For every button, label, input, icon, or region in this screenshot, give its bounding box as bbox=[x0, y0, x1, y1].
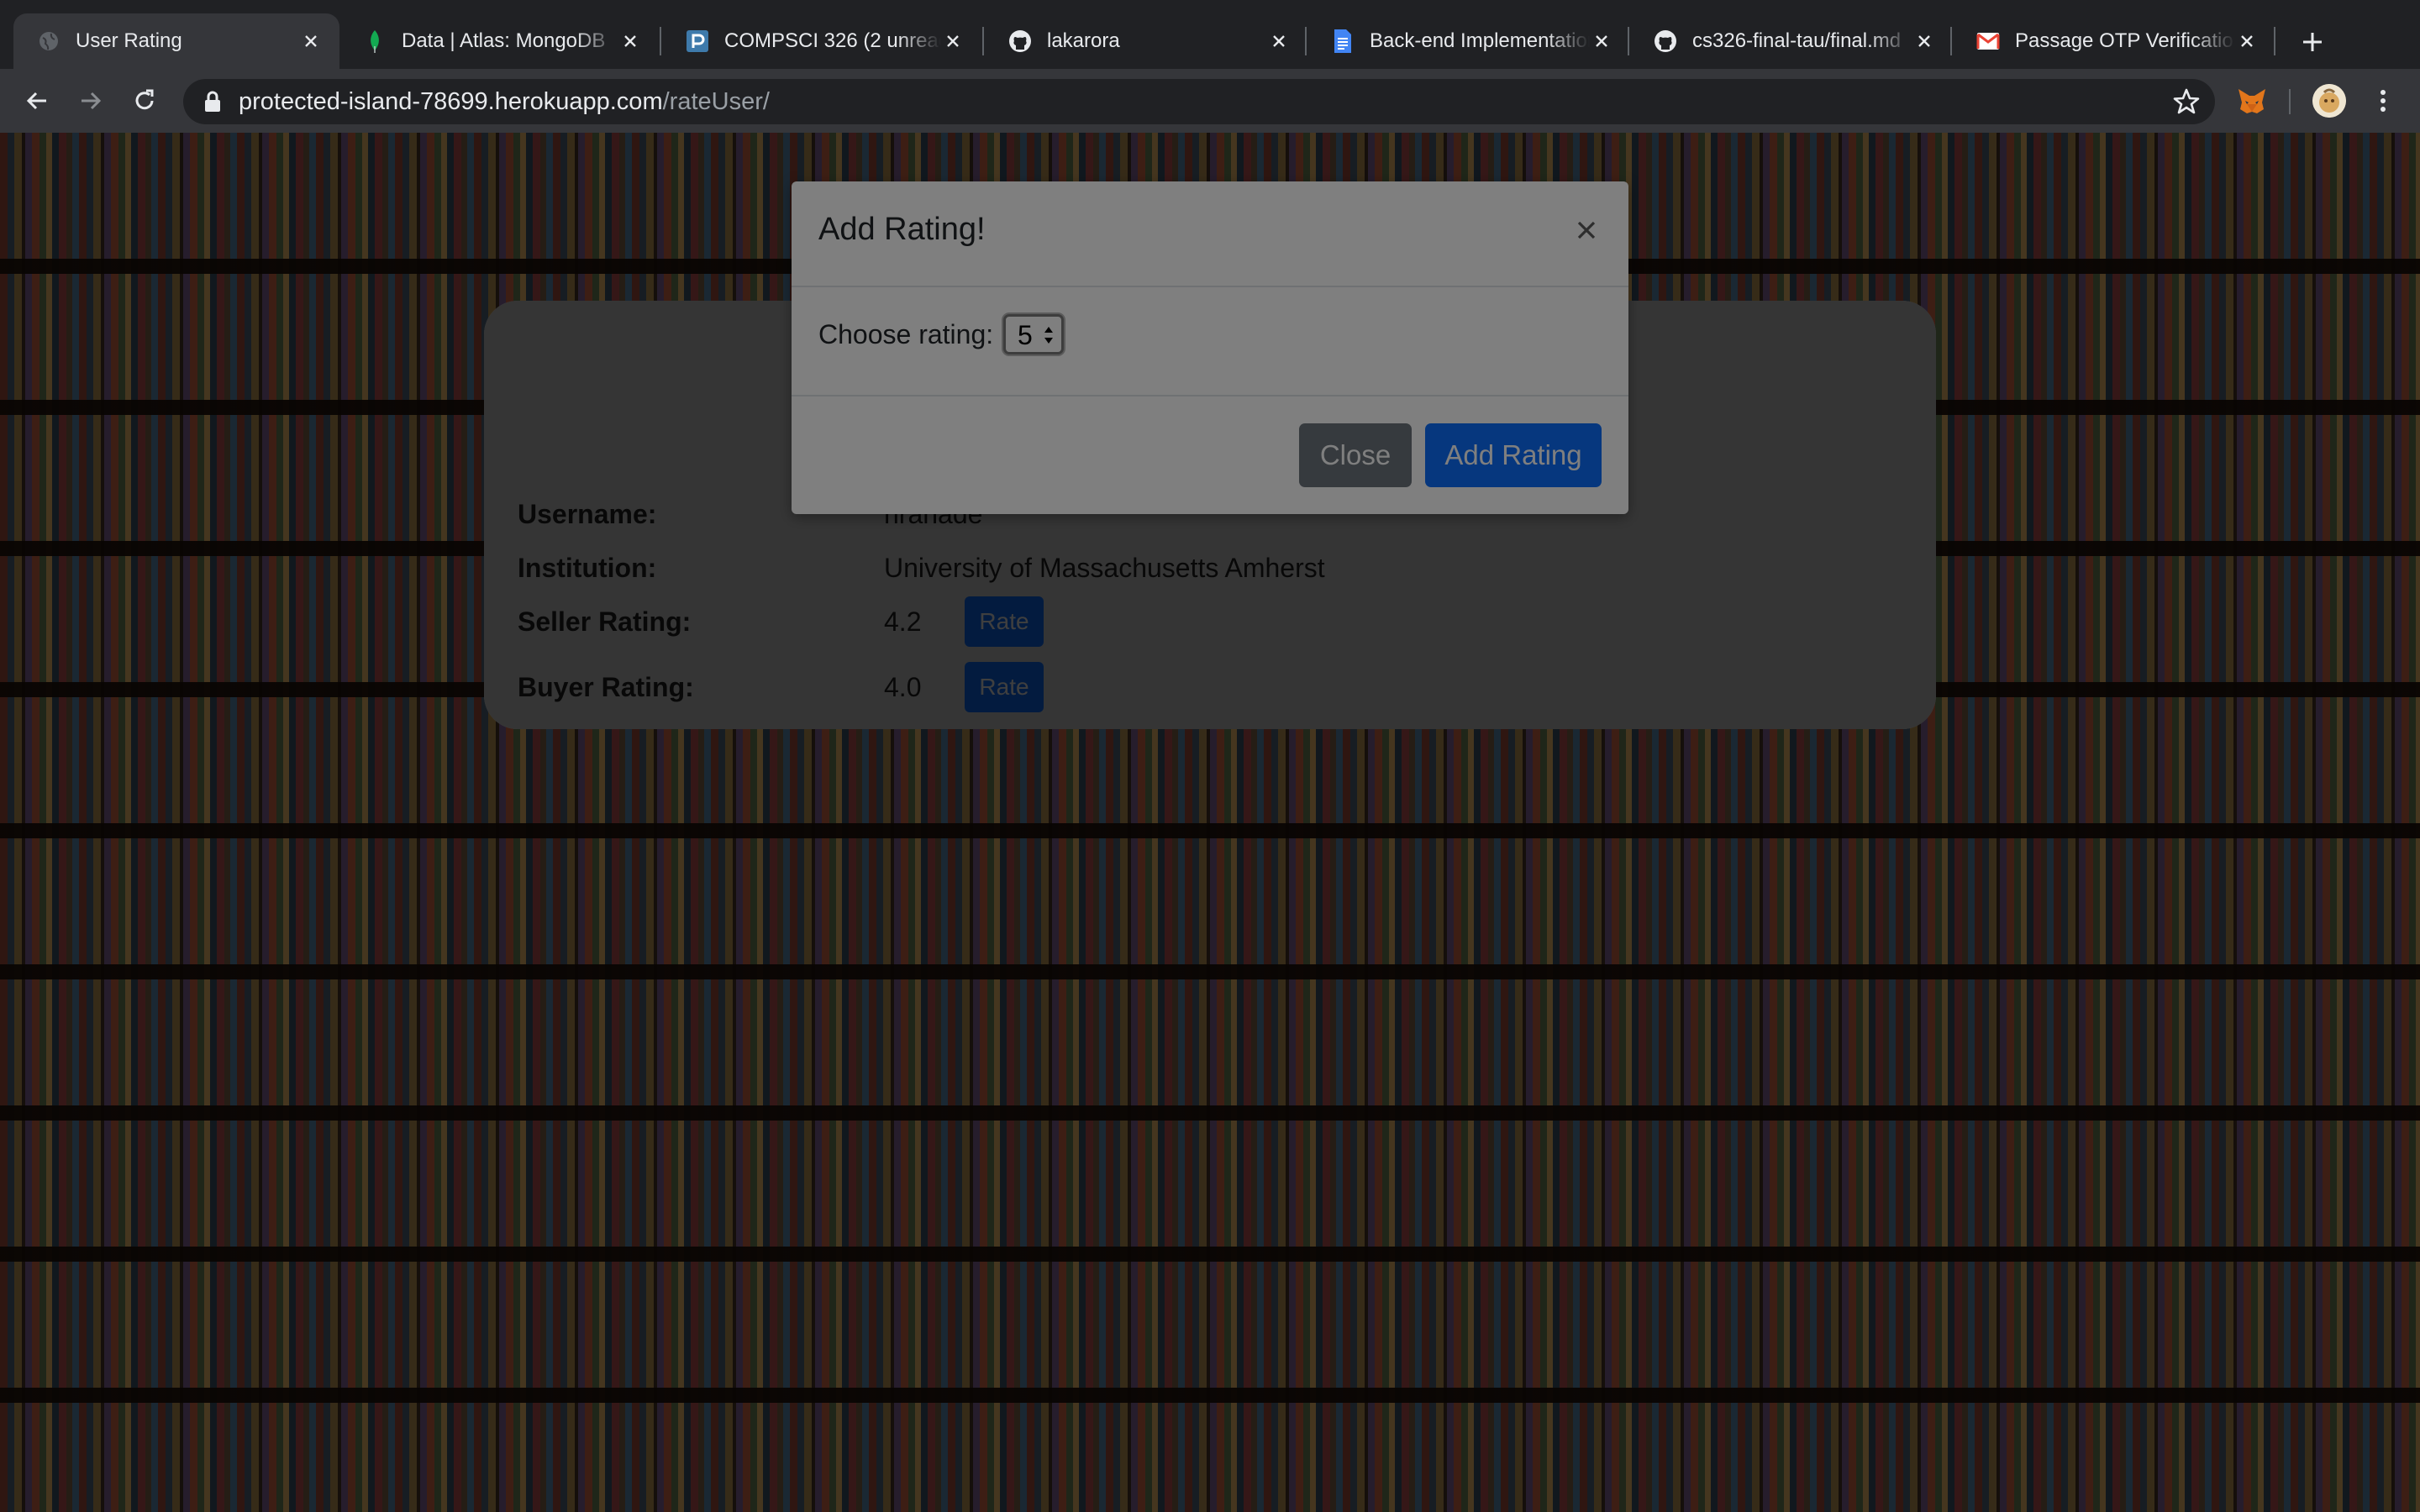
tab-separator bbox=[2274, 27, 2275, 55]
reload-icon[interactable] bbox=[124, 81, 165, 121]
toolbar-divider bbox=[2289, 89, 2291, 114]
url-host: protected-island-78699.herokuapp.com bbox=[239, 88, 663, 115]
tab-title: User Rating bbox=[76, 29, 182, 52]
tab-cs326-final[interactable]: cs326-final-tau/final.md bbox=[1630, 13, 1953, 69]
modal-footer-divider bbox=[792, 395, 1628, 396]
lock-icon[interactable] bbox=[203, 91, 222, 113]
seller-rating-value: 4.2 bbox=[884, 606, 922, 637]
institution-value: University of Massachusetts Amherst bbox=[884, 553, 1325, 583]
tab-lakarora[interactable]: lakarora bbox=[985, 13, 1307, 69]
tab-close-icon[interactable] bbox=[618, 29, 642, 53]
github-icon bbox=[1654, 29, 1677, 53]
tab-mongodb-atlas[interactable]: Data | Atlas: MongoDB bbox=[339, 13, 659, 69]
buyer-rating-value: 4.0 bbox=[884, 672, 922, 702]
tab-close-icon[interactable] bbox=[2235, 29, 2259, 53]
github-icon bbox=[1008, 29, 1032, 53]
tab-close-icon[interactable] bbox=[941, 29, 965, 53]
modal-title: Add Rating! bbox=[818, 212, 986, 247]
select-arrows-icon bbox=[1044, 327, 1053, 344]
tab-separator bbox=[1305, 27, 1307, 55]
tab-title: cs326-final-tau/final.md bbox=[1692, 29, 1902, 52]
forward-arrow-icon[interactable] bbox=[71, 81, 111, 121]
tab-compsci-326[interactable]: COMPSCI 326 (2 unread) bbox=[662, 13, 981, 69]
rating-select[interactable]: 5 bbox=[1003, 314, 1064, 354]
choose-rating-label: Choose rating: bbox=[818, 319, 994, 349]
google-docs-icon bbox=[1331, 29, 1355, 53]
tab-backend-implementation[interactable]: Back-end Implementation bbox=[1307, 13, 1630, 69]
user-profile-card: Username: nranade Institution: Universit… bbox=[484, 301, 1936, 729]
rate-buyer-button[interactable]: Rate bbox=[965, 662, 1044, 712]
close-icon[interactable] bbox=[1570, 213, 1603, 247]
url-path: /rateUser/ bbox=[662, 88, 770, 115]
browser-tab-strip: User Rating Data | Atlas: MongoDB COMPSC… bbox=[0, 0, 2420, 69]
username-value: nranade bbox=[884, 499, 983, 529]
modal-header-divider bbox=[792, 286, 1628, 287]
close-button[interactable]: Close bbox=[1299, 423, 1412, 487]
tab-title: lakarora bbox=[1047, 29, 1120, 52]
metamask-fox-icon[interactable] bbox=[2235, 84, 2269, 118]
add-rating-modal: Add Rating! Choose rating: 5 Close Add R… bbox=[792, 181, 1628, 514]
username-label: Username: bbox=[518, 499, 657, 529]
address-bar[interactable]: protected-island-78699.herokuapp.com/rat… bbox=[183, 79, 2215, 124]
tab-separator bbox=[982, 27, 984, 55]
tab-close-icon[interactable] bbox=[299, 29, 323, 53]
url-text: protected-island-78699.herokuapp.com/rat… bbox=[239, 79, 770, 124]
tab-close-icon[interactable] bbox=[1912, 29, 1936, 53]
browser-toolbar: protected-island-78699.herokuapp.com/rat… bbox=[0, 69, 2420, 133]
piazza-icon bbox=[686, 29, 709, 53]
tab-title: Passage OTP Verification bbox=[2015, 29, 2235, 52]
bookmark-star-icon[interactable] bbox=[2171, 87, 2202, 117]
tab-title: COMPSCI 326 (2 unread) bbox=[724, 29, 941, 52]
tab-passage-otp[interactable]: Passage OTP Verification bbox=[1953, 13, 2275, 69]
tab-user-rating[interactable]: User Rating bbox=[13, 13, 339, 69]
tab-separator bbox=[1628, 27, 1629, 55]
more-vertical-icon[interactable] bbox=[2366, 84, 2400, 118]
profile-avatar[interactable] bbox=[2312, 84, 2346, 118]
buyer-rating-label: Buyer Rating: bbox=[518, 672, 694, 702]
globe-icon bbox=[37, 29, 60, 53]
modal-backdrop[interactable] bbox=[484, 301, 1936, 729]
seller-rating-label: Seller Rating: bbox=[518, 606, 692, 637]
rating-select-value: 5 bbox=[1018, 320, 1033, 350]
mongodb-leaf-icon bbox=[363, 29, 387, 53]
tab-separator bbox=[1950, 27, 1952, 55]
back-arrow-icon[interactable] bbox=[17, 81, 57, 121]
institution-label: Institution: bbox=[518, 553, 657, 583]
new-tab-plus-icon[interactable] bbox=[2294, 24, 2331, 60]
rate-seller-button[interactable]: Rate bbox=[965, 596, 1044, 647]
add-rating-button[interactable]: Add Rating bbox=[1425, 423, 1602, 487]
tab-close-icon[interactable] bbox=[1267, 29, 1291, 53]
tab-separator bbox=[660, 27, 661, 55]
gmail-icon bbox=[1976, 29, 2000, 53]
tab-close-icon[interactable] bbox=[1590, 29, 1613, 53]
tab-title: Data | Atlas: MongoDB bbox=[402, 29, 606, 52]
tab-title: Back-end Implementation bbox=[1370, 29, 1590, 52]
page-viewport: Username: nranade Institution: Universit… bbox=[0, 133, 2420, 1512]
